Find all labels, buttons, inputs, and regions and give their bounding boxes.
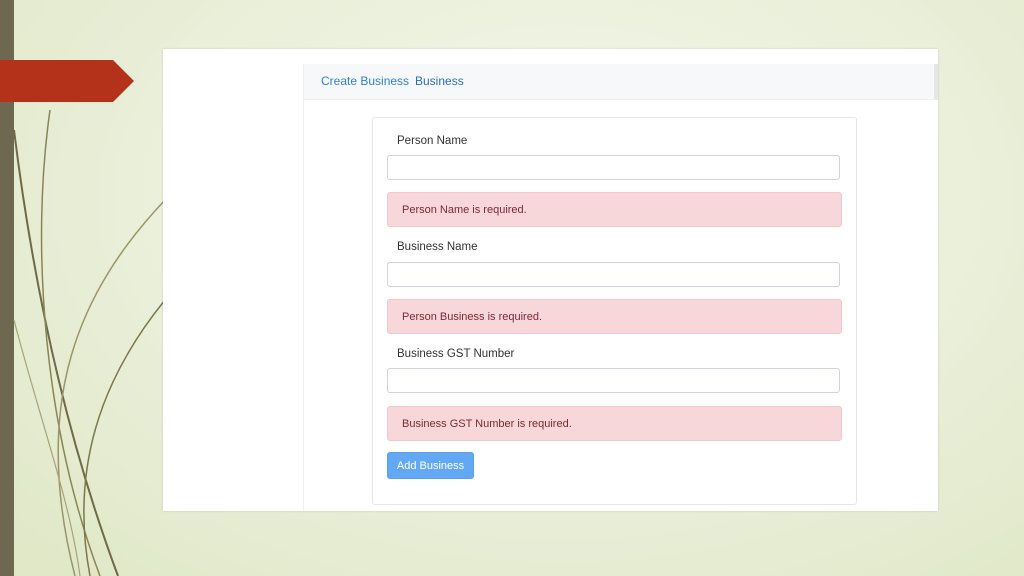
business-name-label: Business Name <box>397 241 478 253</box>
business-name-error-alert: Person Business is required. <box>387 299 842 334</box>
gst-number-label: Business GST Number <box>397 348 515 360</box>
business-app: Create Business Business Person Name Per… <box>303 64 938 511</box>
nav-business-link[interactable]: Business <box>415 74 464 88</box>
embedded-screenshot: Create Business Business Person Name Per… <box>163 49 938 511</box>
person-name-error-alert: Person Name is required. <box>387 192 842 227</box>
person-name-label: Person Name <box>397 135 468 147</box>
gst-number-input[interactable] <box>387 368 840 393</box>
person-name-input[interactable] <box>387 155 840 180</box>
business-name-input[interactable] <box>387 262 840 287</box>
gst-number-error-alert: Business GST Number is required. <box>387 406 842 441</box>
create-business-form: Person Name Person Name is required. Bus… <box>372 117 857 505</box>
nav-create-business-link[interactable]: Create Business <box>321 74 409 88</box>
add-business-button[interactable]: Add Business <box>387 452 474 479</box>
slide-arrow-shape <box>0 60 134 102</box>
top-navbar: Create Business Business <box>304 64 938 100</box>
